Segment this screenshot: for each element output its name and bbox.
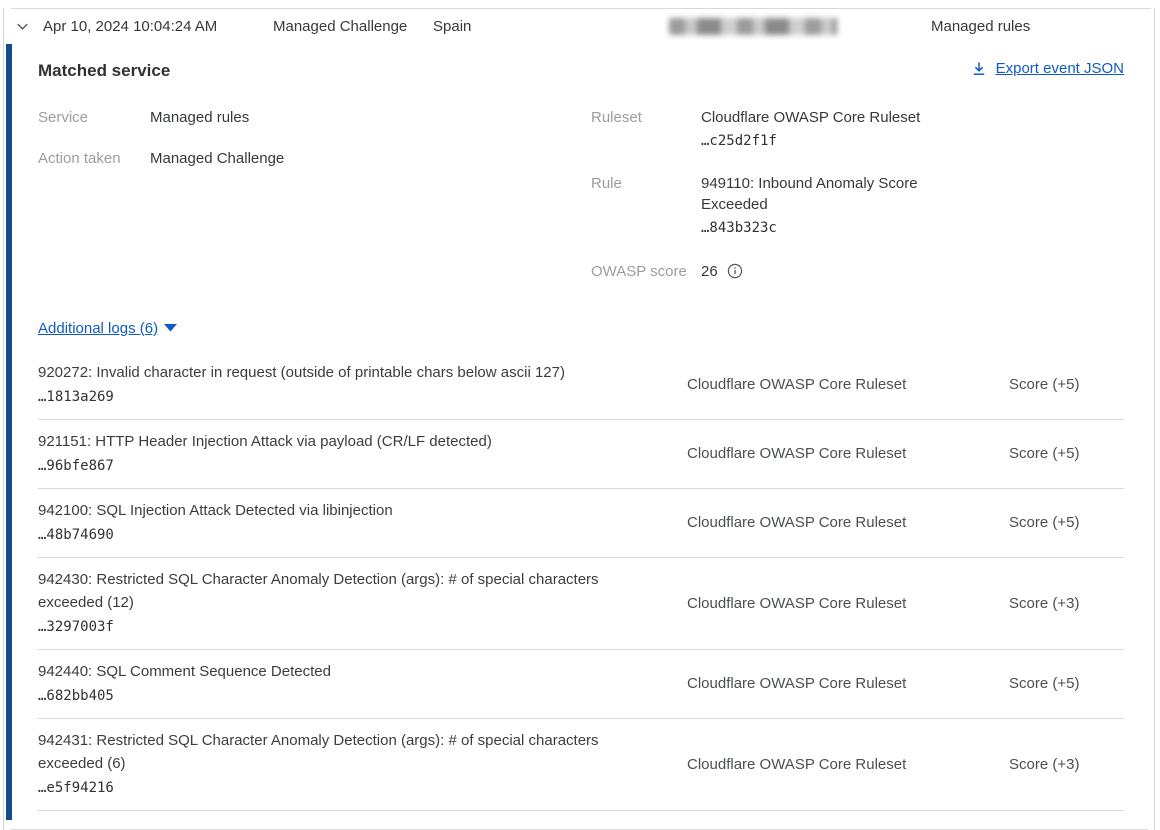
rule-field: Rule 949110: Inbound Anomaly Score Excee… xyxy=(591,173,1124,239)
log-score: Score (+3) xyxy=(1009,593,1124,614)
service-value: Managed rules xyxy=(150,107,392,128)
matched-service-details: Service Managed rules Action taken Manag… xyxy=(38,107,1124,304)
event-action-taken: Managed Challenge xyxy=(273,16,433,37)
log-ruleset-name: Cloudflare OWASP Core Ruleset xyxy=(687,673,1009,694)
log-rule-id: …96bfe867 xyxy=(38,455,687,478)
log-rule-id: …3297003f xyxy=(38,616,687,639)
log-row: 942430: Restricted SQL Character Anomaly… xyxy=(38,558,1124,650)
log-rule-description: 942100: SQL Injection Attack Detected vi… xyxy=(38,499,687,522)
log-rule-description: 942440: SQL Comment Sequence Detected xyxy=(38,660,687,683)
log-rule-description: 921151: HTTP Header Injection Attack via… xyxy=(38,430,687,453)
ruleset-value: Cloudflare OWASP Core Ruleset xyxy=(701,107,943,128)
log-score: Score (+3) xyxy=(1009,754,1124,775)
log-ruleset-name: Cloudflare OWASP Core Ruleset xyxy=(687,593,1009,614)
event-timestamp: Apr 10, 2024 10:04:24 AM xyxy=(43,16,273,37)
download-icon xyxy=(971,61,987,77)
service-field: Service Managed rules xyxy=(38,107,591,128)
log-rule-id: …48b74690 xyxy=(38,524,687,547)
owasp-score-field: OWASP score 26 xyxy=(591,261,1124,282)
log-row: 942440: SQL Comment Sequence Detected …6… xyxy=(38,650,1124,719)
action-taken-field: Action taken Managed Challenge xyxy=(38,148,591,169)
log-ruleset-name: Cloudflare OWASP Core Ruleset xyxy=(687,512,1009,533)
additional-logs-list: 920272: Invalid character in request (ou… xyxy=(38,351,1124,811)
rule-id: …843b323c xyxy=(701,219,1124,239)
export-label: Export event JSON xyxy=(996,58,1124,79)
ruleset-id: …c25d2f1f xyxy=(701,132,1124,152)
event-redacted-cell xyxy=(669,18,931,35)
log-score: Score (+5) xyxy=(1009,512,1124,533)
owasp-score-label: OWASP score xyxy=(591,261,701,282)
log-row: 942100: SQL Injection Attack Detected vi… xyxy=(38,489,1124,558)
log-rule-description: 942430: Restricted SQL Character Anomaly… xyxy=(38,568,687,614)
event-summary-row[interactable]: Apr 10, 2024 10:04:24 AM Managed Challen… xyxy=(4,9,1154,44)
event-detail-panel: Matched service Export event JSON Servic… xyxy=(6,44,1154,820)
log-row: 942431: Restricted SQL Character Anomaly… xyxy=(38,719,1124,811)
service-label: Service xyxy=(38,107,150,128)
rule-value: 949110: Inbound Anomaly Score Exceeded xyxy=(701,173,943,215)
log-rule-id: …e5f94216 xyxy=(38,777,687,800)
firewall-event-card: Apr 10, 2024 10:04:24 AM Managed Challen… xyxy=(3,8,1155,830)
chevron-down-icon[interactable] xyxy=(15,19,43,34)
additional-logs-label: Additional logs (6) xyxy=(38,318,158,339)
info-icon[interactable] xyxy=(727,263,743,279)
log-row: 921151: HTTP Header Injection Attack via… xyxy=(38,420,1124,489)
action-taken-label: Action taken xyxy=(38,148,150,169)
redacted-value-blur xyxy=(669,18,837,35)
event-service: Managed rules xyxy=(931,16,1030,37)
ruleset-label: Ruleset xyxy=(591,107,701,152)
log-rule-id: …1813a269 xyxy=(38,386,687,409)
log-rule-description: 942431: Restricted SQL Character Anomaly… xyxy=(38,729,687,775)
caret-down-icon xyxy=(164,324,177,332)
ruleset-field: Ruleset Cloudflare OWASP Core Ruleset …c… xyxy=(591,107,1124,152)
log-rule-id: …682bb405 xyxy=(38,685,687,708)
panel-title: Matched service xyxy=(38,59,170,83)
log-rule-description: 920272: Invalid character in request (ou… xyxy=(38,361,687,384)
log-score: Score (+5) xyxy=(1009,374,1124,395)
additional-logs-toggle[interactable]: Additional logs (6) xyxy=(38,318,177,339)
log-score: Score (+5) xyxy=(1009,443,1124,464)
rule-label: Rule xyxy=(591,173,701,239)
log-ruleset-name: Cloudflare OWASP Core Ruleset xyxy=(687,754,1009,775)
action-taken-value: Managed Challenge xyxy=(150,148,392,169)
log-row: 920272: Invalid character in request (ou… xyxy=(38,351,1124,420)
event-country: Spain xyxy=(433,16,669,37)
log-score: Score (+5) xyxy=(1009,673,1124,694)
export-event-json-link[interactable]: Export event JSON xyxy=(971,58,1124,79)
owasp-score-value: 26 xyxy=(701,261,718,282)
log-ruleset-name: Cloudflare OWASP Core Ruleset xyxy=(687,374,1009,395)
log-ruleset-name: Cloudflare OWASP Core Ruleset xyxy=(687,443,1009,464)
